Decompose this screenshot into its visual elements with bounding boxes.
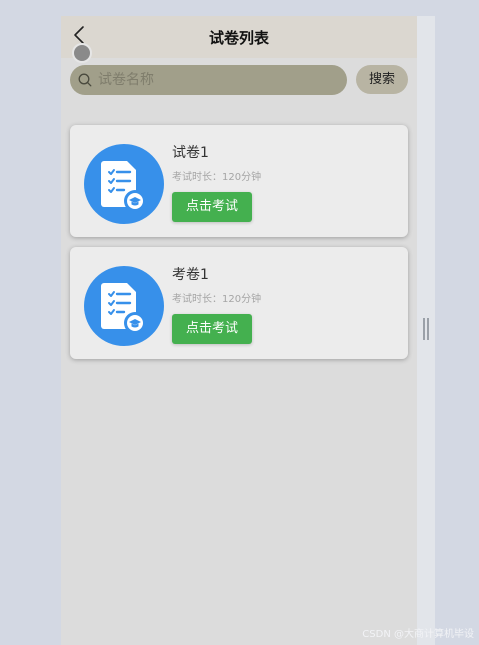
start-exam-button[interactable]: 点击考试 xyxy=(172,314,252,344)
paper-duration: 考试时长：120分钟 xyxy=(172,294,262,305)
paper-duration: 考试时长：120分钟 xyxy=(172,172,262,183)
nav-bar: 试卷列表 xyxy=(61,16,417,58)
paper-title: 试卷1 xyxy=(172,145,209,161)
app-viewport: 试卷列表 搜索 xyxy=(61,16,417,645)
paper-title: 考卷1 xyxy=(172,267,209,283)
page-title: 试卷列表 xyxy=(208,29,269,47)
start-exam-button[interactable]: 点击考试 xyxy=(172,192,252,222)
screen: 试卷列表 搜索 xyxy=(0,0,479,645)
search-bar xyxy=(70,65,347,95)
resize-handle[interactable] xyxy=(423,318,429,340)
exam-sheet-icon xyxy=(84,144,164,224)
exam-card: 试卷1 考试时长：120分钟 点击考试 xyxy=(70,125,408,237)
exam-sheet-icon xyxy=(84,266,164,346)
watermark: CSDN @大商计算机毕设 xyxy=(362,629,474,640)
search-icon xyxy=(78,73,92,87)
search-input[interactable] xyxy=(98,65,338,95)
search-button[interactable]: 搜索 xyxy=(356,65,408,94)
exam-card: 考卷1 考试时长：120分钟 点击考试 xyxy=(70,247,408,359)
floating-assist-button[interactable] xyxy=(72,43,92,63)
